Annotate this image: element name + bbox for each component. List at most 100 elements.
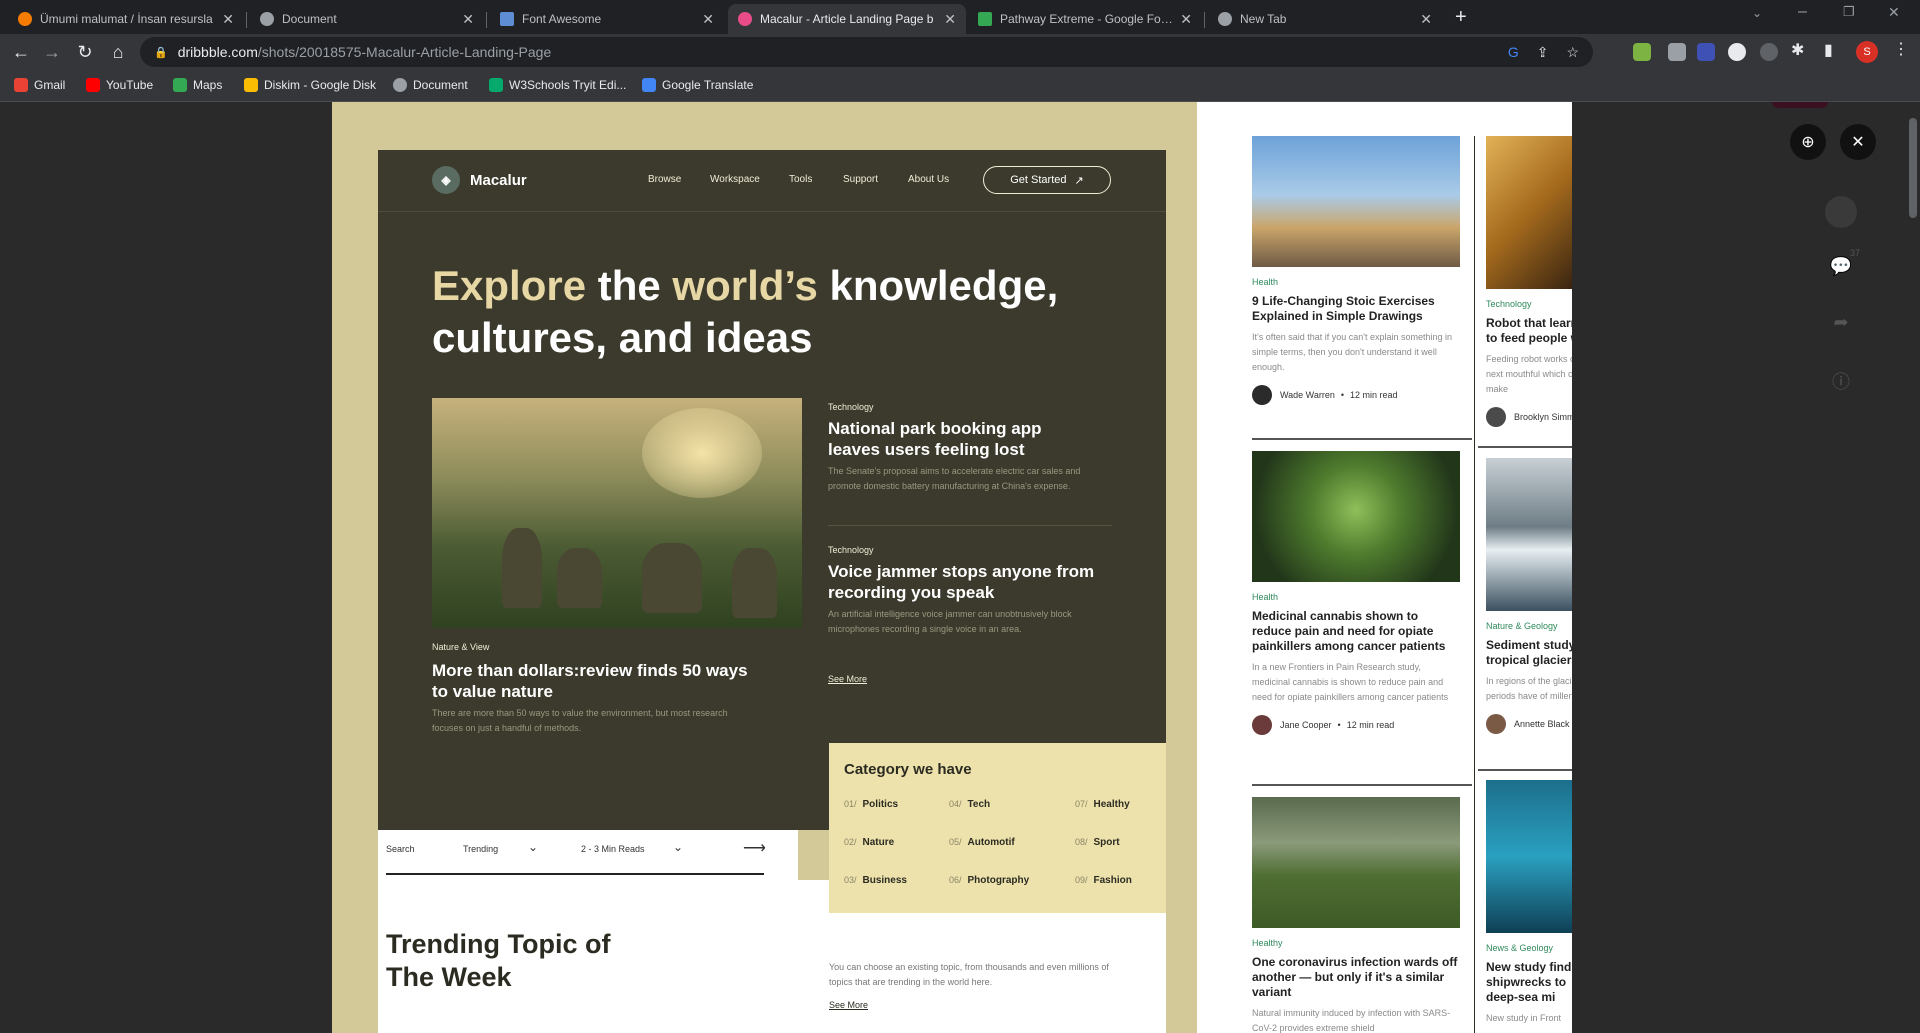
forward-icon[interactable]: → xyxy=(40,40,64,64)
bookmark-gmail[interactable]: Gmail xyxy=(14,78,65,92)
scrollbar[interactable] xyxy=(1906,102,1920,1033)
comment-icon[interactable]: 💬 xyxy=(1829,256,1853,277)
tab-4[interactable]: Pathway Extreme - Google Fonts ✕ xyxy=(968,4,1202,34)
share-icon[interactable]: ➦ xyxy=(1829,312,1853,333)
article-image[interactable] xyxy=(1252,136,1460,267)
hero-word: Explore xyxy=(432,262,587,309)
article-title[interactable]: Voice jammer stops anyone from recording… xyxy=(828,561,1103,603)
extension-icon[interactable] xyxy=(1633,43,1651,61)
back-icon[interactable]: ← xyxy=(9,40,33,64)
info-icon[interactable]: ⓘ xyxy=(1829,368,1853,394)
reads-dropdown[interactable]: 2 - 3 Min Reads xyxy=(581,844,645,854)
tab-search-icon[interactable]: ⌄ xyxy=(1752,6,1762,20)
article-image[interactable] xyxy=(1486,458,1572,611)
close-icon[interactable]: ✕ xyxy=(1180,11,1192,28)
article-card[interactable]: Technology Robot that learns to feed peo… xyxy=(1486,136,1572,427)
extension-icon[interactable] xyxy=(1668,43,1686,61)
close-icon[interactable]: ✕ xyxy=(222,11,234,28)
bookmark-maps[interactable]: Maps xyxy=(173,78,222,92)
see-more-link[interactable]: See More xyxy=(828,674,867,684)
nav-browse[interactable]: Browse xyxy=(648,174,681,185)
extension-icon[interactable] xyxy=(1728,43,1746,61)
article-image[interactable] xyxy=(1252,451,1460,582)
bookmark-drive[interactable]: Diskim - Google Disk xyxy=(244,78,376,92)
tab-5[interactable]: New Tab ✕ xyxy=(1208,4,1442,34)
address-bar[interactable]: 🔒 dribbble.com/shots/20018575-Macalur-Ar… xyxy=(140,37,1593,67)
get-started-button[interactable]: Get Started ↗ xyxy=(983,166,1111,194)
share-icon[interactable]: ⇪ xyxy=(1537,44,1549,61)
bookmark-document[interactable]: Document xyxy=(393,78,468,92)
category-item[interactable]: 06/Photography xyxy=(949,875,1029,886)
category-label: Nature xyxy=(862,837,895,848)
chevron-down-icon[interactable]: ⌄ xyxy=(673,840,683,854)
close-icon[interactable]: ✕ xyxy=(1420,11,1432,28)
bookmark-label: Document xyxy=(413,78,468,92)
see-more-link[interactable]: See More xyxy=(829,1000,868,1010)
close-icon[interactable]: ✕ xyxy=(462,11,474,28)
category-item[interactable]: 08/Sport xyxy=(1075,837,1120,848)
article-title[interactable]: Medicinal cannabis shown to reduce pain … xyxy=(1252,609,1460,654)
category-item[interactable]: 04/Tech xyxy=(949,799,990,810)
article-image[interactable] xyxy=(1252,797,1460,928)
bookmark-translate[interactable]: Google Translate xyxy=(642,78,753,92)
article-title[interactable]: National park booking app leaves users f… xyxy=(828,418,1098,460)
bookmark-star-icon[interactable]: ☆ xyxy=(1566,44,1579,61)
article-image[interactable] xyxy=(1486,136,1572,289)
menu-icon[interactable]: ⋮ xyxy=(1893,39,1909,59)
home-icon[interactable]: ⌂ xyxy=(106,40,130,64)
puzzle-icon[interactable]: ✱ xyxy=(1791,40,1804,60)
restore-icon[interactable]: ❐ xyxy=(1843,4,1855,20)
bookmark-youtube[interactable]: YouTube xyxy=(86,78,153,92)
nav-about[interactable]: About Us xyxy=(908,174,949,185)
feature-title[interactable]: More than dollars:review finds 50 ways t… xyxy=(432,660,752,702)
reload-icon[interactable]: ↻ xyxy=(73,40,97,64)
article-image[interactable] xyxy=(1486,780,1572,933)
article-card[interactable]: Health 9 Life-Changing Stoic Exercises E… xyxy=(1252,136,1460,405)
new-tab-icon[interactable]: + xyxy=(1455,6,1467,29)
close-icon[interactable]: ✕ xyxy=(944,11,956,28)
nav-support[interactable]: Support xyxy=(843,174,878,185)
youtube-icon xyxy=(86,78,100,92)
category-item[interactable]: 01/Politics xyxy=(844,799,898,810)
feature-image[interactable] xyxy=(432,398,802,628)
trending-dropdown[interactable]: Trending xyxy=(463,844,498,854)
bookmark-w3schools[interactable]: W3Schools Tryit Edi... xyxy=(489,78,626,92)
tab-0[interactable]: Ümumi malumat / İnsan resursla ✕ xyxy=(8,4,244,34)
category-item[interactable]: 05/Automotif xyxy=(949,837,1015,848)
tab-1[interactable]: Document ✕ xyxy=(250,4,484,34)
article-tag: Technology xyxy=(828,402,874,412)
profile-avatar[interactable]: S xyxy=(1856,41,1878,63)
brand[interactable]: ◈ Macalur xyxy=(432,166,527,194)
close-icon[interactable]: ✕ xyxy=(702,11,714,28)
article-title[interactable]: One coronavirus infection wards off anot… xyxy=(1252,955,1460,1000)
tab-2[interactable]: Font Awesome ✕ xyxy=(490,4,724,34)
sidepanel-icon[interactable]: ▮ xyxy=(1824,40,1833,60)
article-title[interactable]: Robot that learns to feed people with xyxy=(1486,316,1572,346)
tab-3[interactable]: Macalur - Article Landing Page b ✕ xyxy=(728,4,966,34)
category-item[interactable]: 07/Healthy xyxy=(1075,799,1130,810)
article-card[interactable]: Nature & Geology Sediment study of tropi… xyxy=(1486,458,1572,734)
arrow-right-icon[interactable]: ⟶ xyxy=(743,838,766,858)
extension-icon[interactable] xyxy=(1697,43,1715,61)
window-close-icon[interactable]: ✕ xyxy=(1888,4,1900,21)
scrollbar-thumb[interactable] xyxy=(1909,118,1917,218)
article-card[interactable]: Healthy One coronavirus infection wards … xyxy=(1252,797,1460,1033)
article-card[interactable]: News & Geology New study finds shipwreck… xyxy=(1486,780,1572,1026)
designer-avatar[interactable] xyxy=(1825,196,1857,228)
category-item[interactable]: 03/Business xyxy=(844,875,907,886)
article-card[interactable]: Health Medicinal cannabis shown to reduc… xyxy=(1252,451,1460,735)
close-icon[interactable]: ✕ xyxy=(1840,124,1876,160)
chevron-down-icon[interactable]: ⌄ xyxy=(528,840,538,854)
zoom-icon[interactable]: ⊕ xyxy=(1790,124,1826,160)
article-title[interactable]: Sediment study of tropical glaciers xyxy=(1486,638,1572,668)
article-title[interactable]: New study finds shipwrecks to deep-sea m… xyxy=(1486,960,1572,1005)
article-title[interactable]: 9 Life-Changing Stoic Exercises Explaine… xyxy=(1252,294,1460,324)
nav-tools[interactable]: Tools xyxy=(789,174,812,185)
minimize-icon[interactable]: – xyxy=(1798,3,1807,21)
search-label[interactable]: Search xyxy=(386,844,415,854)
google-lens-icon[interactable]: G xyxy=(1508,44,1519,61)
category-item[interactable]: 09/Fashion xyxy=(1075,875,1132,886)
nav-workspace[interactable]: Workspace xyxy=(710,174,760,185)
category-item[interactable]: 02/Nature xyxy=(844,837,894,848)
extension-icon[interactable] xyxy=(1760,43,1778,61)
